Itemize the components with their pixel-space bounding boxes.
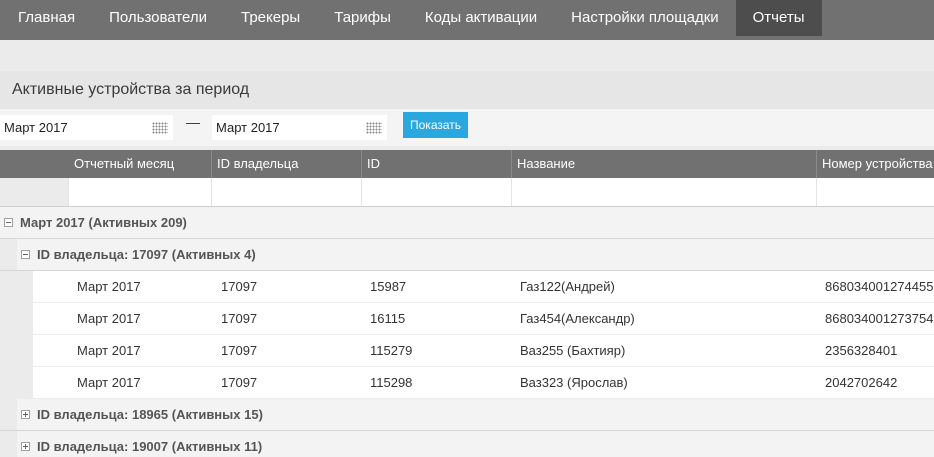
group-label-owner: ID владельца: 19007 (Активных 11): [37, 439, 263, 454]
cell-month: Март 2017: [77, 311, 141, 326]
show-button[interactable]: Показать: [403, 112, 469, 138]
date-from-value: Март 2017: [4, 120, 68, 135]
date-filter-bar: Март 2017 — Март 2017 Показать: [0, 109, 934, 146]
group-row-owner[interactable]: ID владельца: 19007 (Активных 11): [0, 431, 934, 457]
row-indent: [0, 335, 33, 366]
row-indent: [0, 367, 33, 398]
cell-id: 15987: [370, 279, 407, 294]
expand-icon[interactable]: [21, 410, 30, 419]
report-grid: Отчетный месяц ID владельца ID Название …: [0, 150, 934, 457]
column-header-month[interactable]: Отчетный месяц: [74, 150, 174, 178]
group-indent: [0, 431, 17, 457]
cell-id: 115298: [370, 375, 413, 390]
calendar-icon[interactable]: [152, 121, 168, 134]
cell-device-number: 2042702642: [825, 375, 898, 390]
cell-owner-id: 17097: [221, 343, 258, 358]
grid-header: Отчетный месяц ID владельца ID Название …: [0, 150, 934, 178]
cell-owner-id: 17097: [221, 375, 258, 390]
filter-cell-device-number[interactable]: [816, 178, 934, 206]
filter-cell-name[interactable]: [511, 178, 817, 206]
cell-name: Ваз323 (Ярослав): [520, 375, 628, 390]
cell-name: Ваз255 (Бахтияр): [520, 343, 626, 358]
nav-item-activation-codes[interactable]: Коды активации: [408, 0, 554, 36]
group-label-owner: ID владельца: 17097 (Активных 4): [37, 247, 256, 262]
cell-month: Март 2017: [77, 343, 141, 358]
column-header-name[interactable]: Название: [517, 150, 575, 178]
table-row[interactable]: Март 2017 17097 15987 Газ122(Андрей) 868…: [0, 271, 934, 303]
row-indent: [0, 271, 33, 302]
collapse-icon[interactable]: [4, 218, 13, 227]
cell-owner-id: 17097: [221, 311, 258, 326]
nav-item-trackers[interactable]: Трекеры: [224, 0, 317, 36]
grid-filter-row: [0, 178, 934, 207]
filter-cell-owner-id[interactable]: [211, 178, 362, 206]
date-from-field[interactable]: Март 2017: [0, 115, 173, 140]
column-divider[interactable]: [211, 150, 212, 178]
nav-item-home[interactable]: Главная: [1, 0, 92, 36]
column-divider[interactable]: [816, 150, 817, 178]
report-title-bar: Активные устройства за период: [0, 71, 934, 109]
cell-id: 16115: [370, 311, 406, 326]
cell-id: 115279: [370, 343, 413, 358]
date-range-dash: —: [186, 114, 200, 130]
cell-owner-id: 17097: [221, 279, 258, 294]
group-row-month[interactable]: Март 2017 (Активных 209): [0, 207, 934, 239]
spacer: [0, 40, 934, 71]
filter-row-spacer: [0, 178, 68, 206]
filter-cell-id[interactable]: [361, 178, 512, 206]
nav-item-reports[interactable]: Отчеты: [735, 0, 822, 36]
cell-device-number: 868034001274455: [825, 279, 934, 294]
cell-device-number: 2356328401: [825, 343, 898, 358]
table-row[interactable]: Март 2017 17097 115298 Ваз323 (Ярослав) …: [0, 367, 934, 399]
cell-name: Газ122(Андрей): [520, 279, 615, 294]
top-nav: Главная Пользователи Трекеры Тарифы Коды…: [0, 0, 934, 40]
group-label-owner: ID владельца: 18965 (Активных 15): [37, 407, 263, 422]
group-indent: [0, 239, 17, 270]
calendar-icon[interactable]: [366, 121, 382, 134]
group-row-owner[interactable]: ID владельца: 17097 (Активных 4): [0, 239, 934, 271]
table-row[interactable]: Март 2017 17097 16115 Газ454(Александр) …: [0, 303, 934, 335]
cell-month: Март 2017: [77, 375, 141, 390]
cell-name: Газ454(Александр): [520, 311, 635, 326]
nav-item-tariffs[interactable]: Тарифы: [317, 0, 408, 36]
nav-item-users[interactable]: Пользователи: [92, 0, 224, 36]
page-title: Активные устройства за период: [12, 81, 250, 98]
group-row-owner[interactable]: ID владельца: 18965 (Активных 15): [0, 399, 934, 431]
column-header-device-number[interactable]: Номер устройства: [822, 150, 933, 178]
date-to-field[interactable]: Март 2017: [212, 115, 387, 140]
collapse-icon[interactable]: [21, 250, 30, 259]
group-indent: [0, 399, 17, 430]
expand-icon[interactable]: [21, 442, 30, 451]
nav-item-platform-settings[interactable]: Настройки площадки: [554, 0, 735, 36]
column-divider[interactable]: [361, 150, 362, 178]
column-header-owner-id[interactable]: ID владельца: [217, 150, 298, 178]
cell-month: Март 2017: [77, 279, 141, 294]
filter-cell-month[interactable]: [68, 178, 212, 206]
date-to-value: Март 2017: [216, 120, 280, 135]
table-row[interactable]: Март 2017 17097 115279 Ваз255 (Бахтияр) …: [0, 335, 934, 367]
row-indent: [0, 303, 33, 334]
cell-device-number: 868034001273754: [825, 311, 934, 326]
column-header-id[interactable]: ID: [367, 150, 380, 178]
group-label-month: Март 2017 (Активных 209): [20, 215, 187, 230]
column-divider[interactable]: [511, 150, 512, 178]
